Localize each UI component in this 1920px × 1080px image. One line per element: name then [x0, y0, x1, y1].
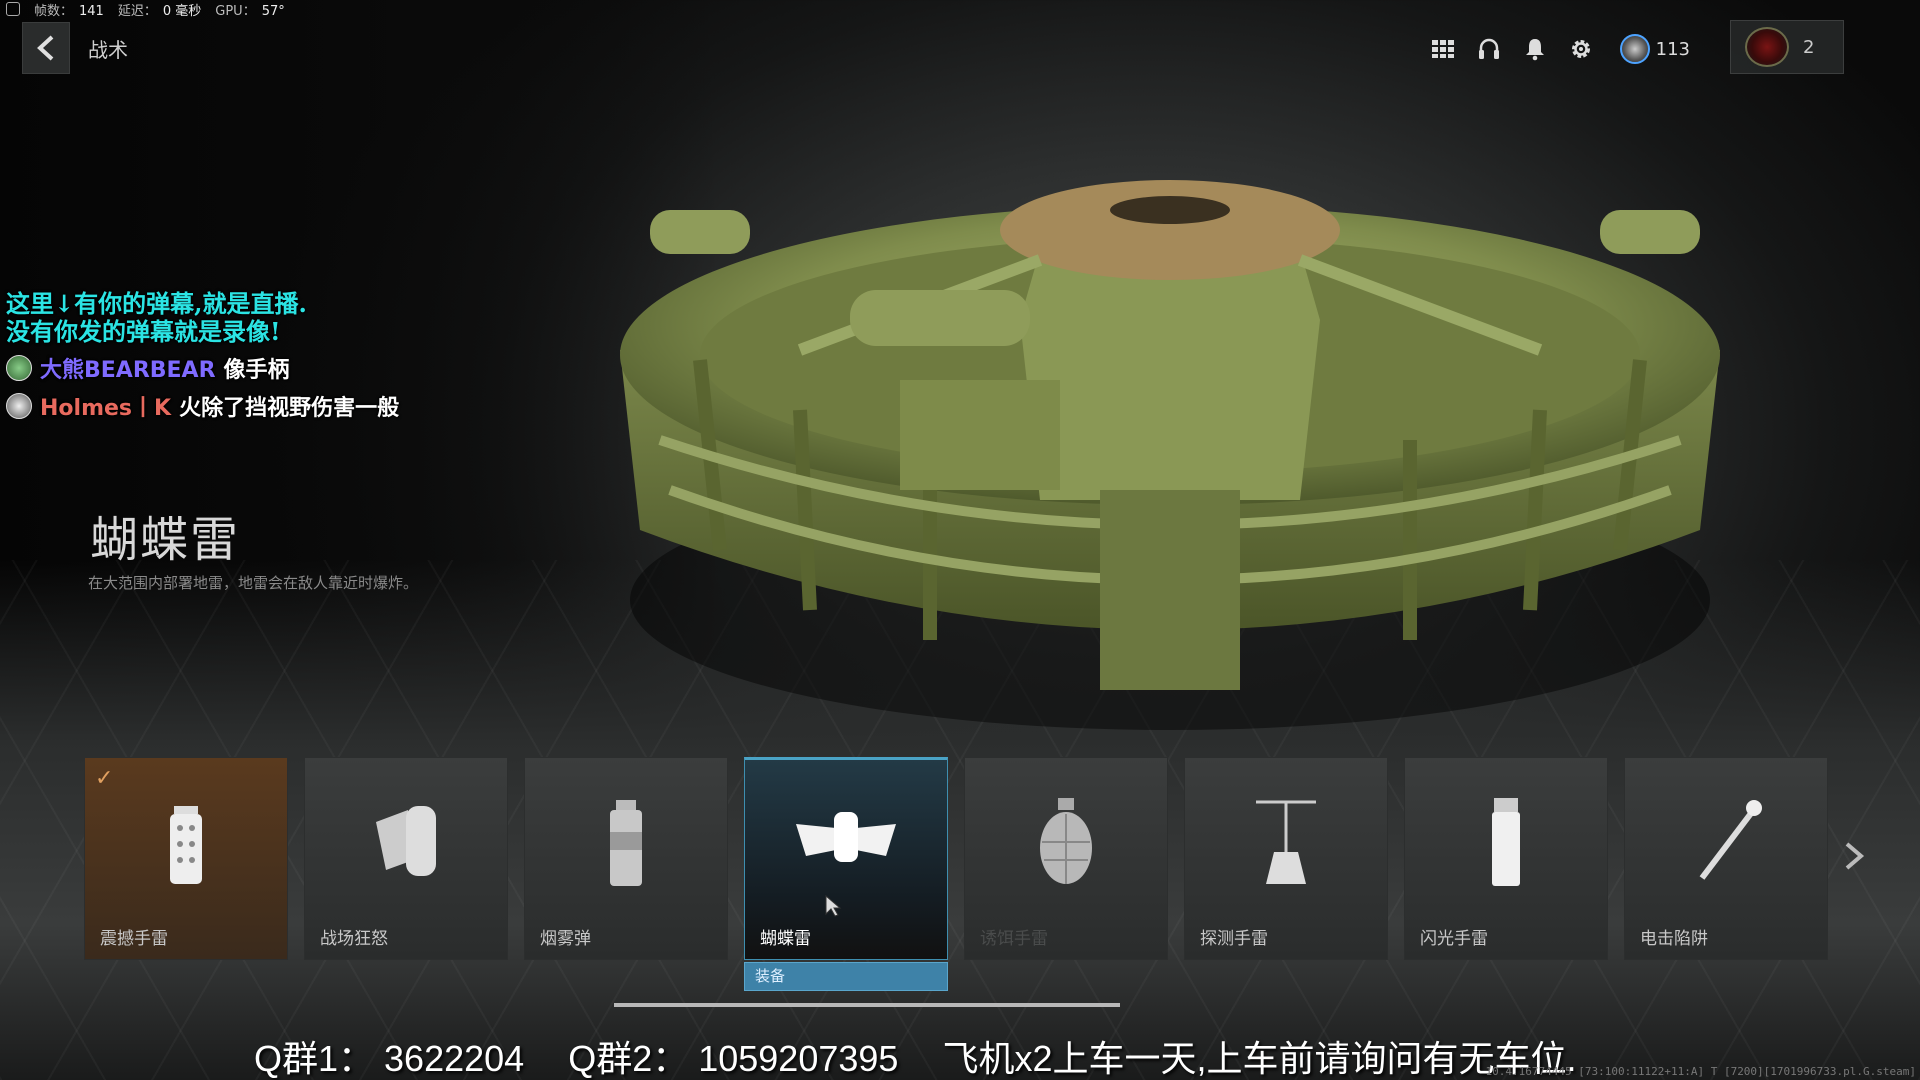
equipment-card-flash-grenade[interactable]: 闪光手雷	[1404, 757, 1608, 960]
danmaku-message: 火除了挡视野伤害一般	[179, 396, 400, 421]
latency-readout: 延迟： 0 毫秒	[117, 3, 202, 19]
build-info: 10.4.16774445 [73:100:11122+11:A] T [720…	[1485, 1065, 1916, 1078]
performance-overlay: 帧数： 141 延迟： 0 毫秒 GPU： 57°	[6, 0, 285, 19]
player-level-box[interactable]: 2	[1730, 20, 1844, 74]
grid-icon	[1431, 40, 1454, 58]
card-label: 诱饵手雷	[980, 929, 1048, 949]
card-label: 震撼手雷	[100, 929, 168, 949]
equipment-card-stun-grenade[interactable]: ✓ 震撼手雷	[84, 757, 288, 960]
rank-display[interactable]: 113	[1619, 34, 1690, 64]
carousel-scrollbar[interactable]	[614, 1003, 1120, 1007]
item-description: 在大范围内部署地雷，地雷会在敌人靠近时爆炸。	[88, 574, 419, 592]
back-button[interactable]	[22, 22, 70, 74]
footer-group1: Q群1： 3622204	[254, 1038, 525, 1079]
card-label: 烟雾弹	[540, 929, 591, 949]
danmaku-username: Holmes丨K	[40, 396, 172, 421]
footer-group2: Q群2： 1059207395	[568, 1038, 899, 1079]
equipment-card-decoy-grenade[interactable]: 诱饵手雷	[964, 757, 1168, 960]
page-title: 战术	[88, 38, 128, 62]
decoy-grenade-icon	[1040, 798, 1092, 884]
butterfly-mine-render	[620, 180, 1720, 730]
item-name: 蝴蝶雷	[90, 512, 241, 568]
equipment-card-butterfly-mine[interactable]: 蝴蝶雷	[744, 757, 948, 960]
stream-footer: Q群1： 3622204 Q群2： 1059207395 飞机x2上车一天,上车…	[254, 1030, 1576, 1080]
equipment-card-battle-rage[interactable]: 战场狂怒	[304, 757, 508, 960]
card-label: 电击陷阱	[1640, 929, 1708, 949]
headphones-icon	[1478, 38, 1499, 59]
player-level-value: 2	[1803, 36, 1815, 58]
chevron-right-icon	[1845, 842, 1865, 870]
card-label: 战场狂怒	[320, 929, 388, 949]
card-label: 探测手雷	[1200, 929, 1268, 949]
notifications-button[interactable]	[1522, 36, 1548, 62]
equipment-card-shock-stick[interactable]: 电击陷阱	[1624, 757, 1828, 960]
butterfly-mine-icon	[796, 812, 896, 862]
battle-rage-icon	[376, 806, 436, 876]
equipment-card-snapshot-grenade[interactable]: 探测手雷	[1184, 757, 1388, 960]
card-label: 蝴蝶雷	[760, 929, 811, 949]
carousel-next-button[interactable]	[1832, 834, 1876, 878]
rank-emblem-icon	[1619, 34, 1650, 64]
danmaku-username: 大熊BEARBEAR	[40, 358, 216, 383]
avatar	[6, 393, 32, 419]
danmaku-overlay: 这里↓有你的弹幕,就是直播. 没有你发的弹幕就是录像! 大熊BEARBEAR 像…	[6, 290, 399, 422]
mouse-cursor-icon	[825, 894, 842, 917]
gpu-readout: GPU： 57°	[215, 3, 285, 19]
danmaku-notice-line1: 这里↓有你的弹幕,就是直播.	[6, 289, 307, 318]
equipment-card-smoke-grenade[interactable]: 烟雾弹	[524, 757, 728, 960]
top-toolbar: 113	[1430, 24, 1690, 74]
checkmark-icon: ✓	[95, 766, 114, 791]
rank-value: 113	[1655, 38, 1690, 60]
settings-button[interactable]	[1568, 36, 1594, 62]
smoke-grenade-icon	[610, 800, 642, 886]
fps-readout: 帧数： 141	[34, 3, 104, 19]
snapshot-grenade-icon	[1256, 800, 1316, 884]
shock-stick-icon	[1699, 800, 1762, 880]
stun-grenade-icon	[170, 806, 202, 884]
equip-button[interactable]: 装备	[744, 962, 948, 991]
grid-menu-button[interactable]	[1430, 36, 1456, 62]
danmaku-comment: Holmes丨K 火除了挡视野伤害一般	[6, 390, 399, 422]
danmaku-comment: 大熊BEARBEAR 像手柄	[6, 352, 399, 384]
audio-button[interactable]	[1476, 36, 1502, 62]
bell-icon	[1525, 39, 1544, 61]
flash-grenade-icon	[1492, 798, 1520, 886]
player-badge-icon	[1745, 27, 1789, 67]
danmaku-message: 像手柄	[223, 358, 290, 383]
gear-icon	[1571, 40, 1590, 58]
chevron-left-icon	[37, 35, 54, 61]
overlay-logo-icon	[6, 2, 20, 16]
avatar	[6, 355, 32, 381]
footer-notice: 飞机x2上车一天,上车前请询问有无车位.	[942, 1038, 1577, 1079]
danmaku-notice-line2: 没有你发的弹幕就是录像!	[6, 317, 281, 346]
card-label: 闪光手雷	[1420, 929, 1488, 949]
equipment-carousel: ✓ 震撼手雷 战场狂怒 烟雾弹 蝴蝶雷 诱饵手雷 探测手雷 闪光手雷 电击陷阱	[84, 757, 1828, 960]
